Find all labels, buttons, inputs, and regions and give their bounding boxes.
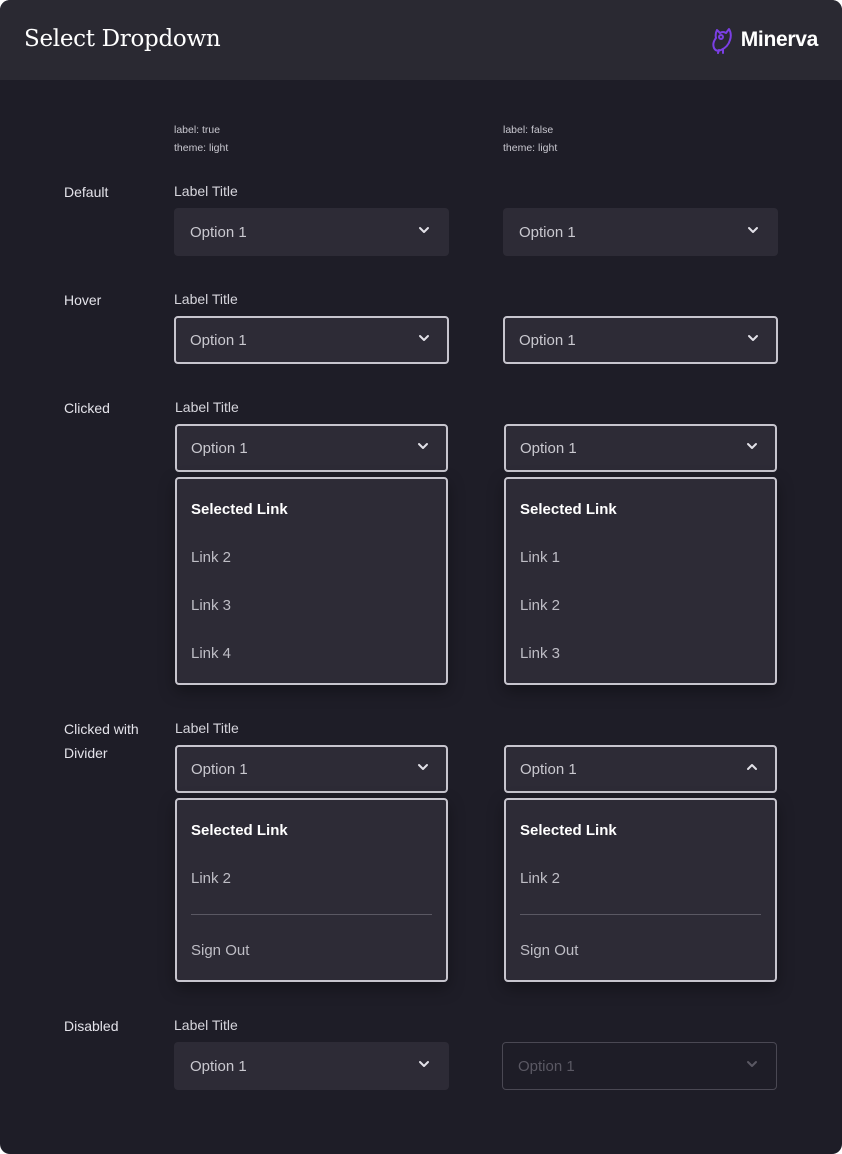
select-value: Option 1	[191, 439, 248, 457]
field-label: Label Title	[174, 1017, 238, 1033]
select-disabled-unlabeled: Option 1	[502, 1042, 777, 1090]
select-value: Option 1	[520, 439, 577, 457]
select-clicked-unlabeled[interactable]: Option 1	[504, 424, 777, 472]
row-label-default: Default	[64, 184, 109, 200]
select-value: Option 1	[191, 760, 248, 778]
menu-item-sign-out[interactable]: Sign Out	[191, 942, 249, 959]
menu-item[interactable]: Link 2	[520, 597, 560, 614]
brand-name: Minerva	[740, 28, 819, 51]
select-value: Option 1	[519, 331, 576, 349]
chevron-down-icon	[419, 227, 429, 233]
chevron-down-icon	[418, 764, 428, 770]
menu-item[interactable]: Link 2	[520, 870, 560, 887]
dropdown-menu-clicked-unlabeled: Selected Link Link 1 Link 2 Link 3	[504, 477, 777, 685]
frame: Select Dropdown Minerva label: true them…	[0, 0, 842, 1154]
meta-label-false: label: false	[503, 124, 554, 136]
chevron-down-icon	[748, 335, 758, 341]
select-divider-unlabeled[interactable]: Option 1	[504, 745, 777, 793]
select-default-unlabeled[interactable]: Option 1	[503, 208, 778, 256]
select-disabled-labeled: Option 1	[174, 1042, 449, 1090]
menu-item[interactable]: Link 3	[191, 597, 231, 614]
row-label-disabled: Disabled	[64, 1018, 119, 1034]
menu-item[interactable]: Link 2	[191, 549, 231, 566]
select-value: Option 1	[190, 331, 247, 349]
chevron-down-icon	[418, 443, 428, 449]
meta-theme: theme: light	[174, 142, 229, 154]
select-value: Option 1	[519, 223, 576, 241]
menu-item-selected[interactable]: Selected Link	[191, 822, 288, 839]
menu-item[interactable]: Link 2	[191, 870, 231, 887]
menu-item[interactable]: Link 3	[520, 645, 560, 662]
select-value: Option 1	[520, 760, 577, 778]
select-default-labeled[interactable]: Option 1	[174, 208, 449, 256]
select-clicked-labeled[interactable]: Option 1	[175, 424, 448, 472]
page-title: Select Dropdown	[24, 26, 221, 52]
select-value: Option 1	[518, 1057, 575, 1075]
field-label: Label Title	[174, 183, 238, 199]
select-hover-labeled[interactable]: Option 1	[174, 316, 449, 364]
menu-item-selected[interactable]: Selected Link	[520, 822, 617, 839]
row-label-line-1: Clicked with	[64, 721, 139, 737]
menu-item-selected[interactable]: Selected Link	[520, 501, 617, 518]
menu-item-selected[interactable]: Selected Link	[191, 501, 288, 518]
dropdown-menu-divider-labeled: Selected Link Link 2 Sign Out	[175, 798, 448, 982]
meta-theme: theme: light	[503, 142, 558, 154]
row-label-hover: Hover	[64, 292, 102, 308]
header: Select Dropdown Minerva	[0, 0, 842, 80]
menu-divider	[520, 914, 761, 915]
select-hover-unlabeled[interactable]: Option 1	[503, 316, 778, 364]
menu-divider	[191, 914, 432, 915]
select-value: Option 1	[190, 223, 247, 241]
owl-icon	[712, 28, 732, 54]
menu-item[interactable]: Link 1	[520, 549, 560, 566]
select-value: Option 1	[190, 1057, 247, 1075]
chevron-down-icon	[419, 335, 429, 341]
chevron-up-icon	[747, 764, 757, 770]
row-label-line-2: Divider	[64, 745, 108, 761]
field-label: Label Title	[175, 720, 239, 736]
chevron-down-icon	[747, 1061, 757, 1067]
row-label-clicked-with-divider: Clicked with Divider	[64, 717, 139, 765]
chevron-down-icon	[748, 227, 758, 233]
select-divider-labeled[interactable]: Option 1	[175, 745, 448, 793]
field-label: Label Title	[174, 291, 238, 307]
menu-item-sign-out[interactable]: Sign Out	[520, 942, 578, 959]
chevron-down-icon	[419, 1061, 429, 1067]
column-meta-labeled: label: true theme: light	[174, 121, 228, 157]
row-label-clicked: Clicked	[64, 400, 110, 416]
dropdown-menu-clicked-labeled: Selected Link Link 2 Link 3 Link 4	[175, 477, 448, 685]
menu-item[interactable]: Link 4	[191, 645, 231, 662]
meta-label-true: label: true	[174, 124, 221, 136]
column-meta-unlabeled: label: false theme: light	[503, 121, 557, 157]
field-label: Label Title	[175, 399, 239, 415]
brand: Minerva	[711, 26, 818, 54]
dropdown-menu-divider-unlabeled: Selected Link Link 2 Sign Out	[504, 798, 777, 982]
chevron-down-icon	[747, 443, 757, 449]
